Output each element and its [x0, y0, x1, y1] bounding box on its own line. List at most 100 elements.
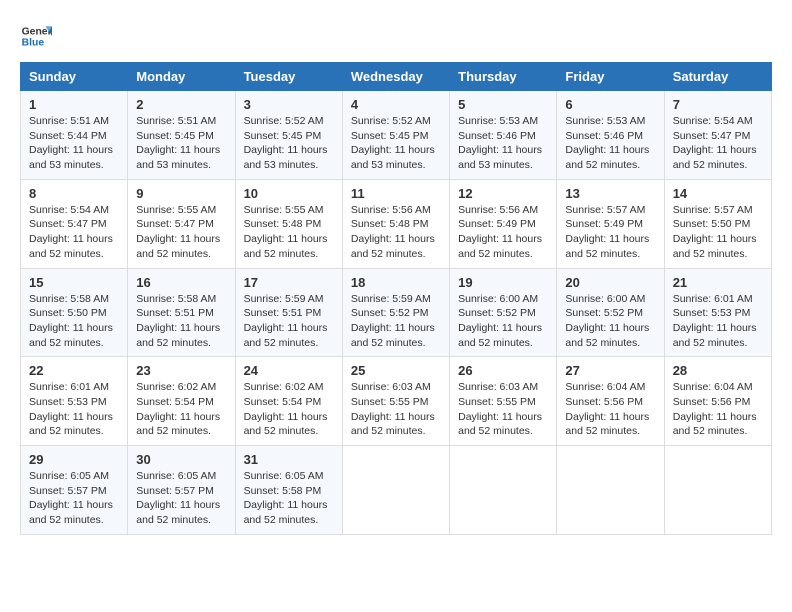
calendar-cell: 28 Sunrise: 6:04 AMSunset: 5:56 PMDaylig…	[664, 357, 771, 446]
day-number: 27	[565, 363, 655, 378]
day-number: 6	[565, 97, 655, 112]
calendar-cell: 1 Sunrise: 5:51 AMSunset: 5:44 PMDayligh…	[21, 91, 128, 180]
calendar-cell: 9 Sunrise: 5:55 AMSunset: 5:47 PMDayligh…	[128, 179, 235, 268]
svg-text:Blue: Blue	[22, 38, 45, 49]
calendar-cell: 23 Sunrise: 6:02 AMSunset: 5:54 PMDaylig…	[128, 357, 235, 446]
header-wednesday: Wednesday	[342, 63, 449, 91]
day-number: 3	[244, 97, 334, 112]
calendar-cell: 7 Sunrise: 5:54 AMSunset: 5:47 PMDayligh…	[664, 91, 771, 180]
day-number: 30	[136, 452, 226, 467]
calendar-cell: 31 Sunrise: 6:05 AMSunset: 5:58 PMDaylig…	[235, 446, 342, 535]
calendar-cell: 12 Sunrise: 5:56 AMSunset: 5:49 PMDaylig…	[450, 179, 557, 268]
day-info: Sunrise: 6:03 AMSunset: 5:55 PMDaylight:…	[458, 380, 548, 439]
day-number: 20	[565, 275, 655, 290]
calendar-week-row: 8 Sunrise: 5:54 AMSunset: 5:47 PMDayligh…	[21, 179, 772, 268]
day-info: Sunrise: 6:04 AMSunset: 5:56 PMDaylight:…	[673, 380, 763, 439]
day-info: Sunrise: 5:51 AMSunset: 5:45 PMDaylight:…	[136, 114, 226, 173]
day-number: 13	[565, 186, 655, 201]
day-info: Sunrise: 5:57 AMSunset: 5:50 PMDaylight:…	[673, 203, 763, 262]
calendar-cell: 19 Sunrise: 6:00 AMSunset: 5:52 PMDaylig…	[450, 268, 557, 357]
calendar-table: SundayMondayTuesdayWednesdayThursdayFrid…	[20, 62, 772, 535]
day-info: Sunrise: 5:55 AMSunset: 5:48 PMDaylight:…	[244, 203, 334, 262]
calendar-cell: 24 Sunrise: 6:02 AMSunset: 5:54 PMDaylig…	[235, 357, 342, 446]
day-number: 11	[351, 186, 441, 201]
calendar-cell	[557, 446, 664, 535]
calendar-cell: 18 Sunrise: 5:59 AMSunset: 5:52 PMDaylig…	[342, 268, 449, 357]
calendar-cell: 20 Sunrise: 6:00 AMSunset: 5:52 PMDaylig…	[557, 268, 664, 357]
calendar-cell	[664, 446, 771, 535]
day-info: Sunrise: 5:57 AMSunset: 5:49 PMDaylight:…	[565, 203, 655, 262]
calendar-cell: 14 Sunrise: 5:57 AMSunset: 5:50 PMDaylig…	[664, 179, 771, 268]
day-number: 21	[673, 275, 763, 290]
day-number: 29	[29, 452, 119, 467]
day-info: Sunrise: 6:00 AMSunset: 5:52 PMDaylight:…	[565, 292, 655, 351]
calendar-cell: 10 Sunrise: 5:55 AMSunset: 5:48 PMDaylig…	[235, 179, 342, 268]
header-tuesday: Tuesday	[235, 63, 342, 91]
calendar-cell: 6 Sunrise: 5:53 AMSunset: 5:46 PMDayligh…	[557, 91, 664, 180]
calendar-cell: 30 Sunrise: 6:05 AMSunset: 5:57 PMDaylig…	[128, 446, 235, 535]
header-thursday: Thursday	[450, 63, 557, 91]
day-number: 12	[458, 186, 548, 201]
day-info: Sunrise: 5:59 AMSunset: 5:51 PMDaylight:…	[244, 292, 334, 351]
calendar-cell: 21 Sunrise: 6:01 AMSunset: 5:53 PMDaylig…	[664, 268, 771, 357]
day-info: Sunrise: 6:05 AMSunset: 5:57 PMDaylight:…	[29, 469, 119, 528]
calendar-cell: 17 Sunrise: 5:59 AMSunset: 5:51 PMDaylig…	[235, 268, 342, 357]
day-number: 16	[136, 275, 226, 290]
calendar-cell	[450, 446, 557, 535]
day-number: 15	[29, 275, 119, 290]
day-number: 8	[29, 186, 119, 201]
calendar-cell: 25 Sunrise: 6:03 AMSunset: 5:55 PMDaylig…	[342, 357, 449, 446]
day-info: Sunrise: 6:03 AMSunset: 5:55 PMDaylight:…	[351, 380, 441, 439]
day-info: Sunrise: 5:52 AMSunset: 5:45 PMDaylight:…	[244, 114, 334, 173]
calendar-cell: 27 Sunrise: 6:04 AMSunset: 5:56 PMDaylig…	[557, 357, 664, 446]
day-info: Sunrise: 5:56 AMSunset: 5:48 PMDaylight:…	[351, 203, 441, 262]
day-info: Sunrise: 5:58 AMSunset: 5:50 PMDaylight:…	[29, 292, 119, 351]
calendar-cell: 2 Sunrise: 5:51 AMSunset: 5:45 PMDayligh…	[128, 91, 235, 180]
calendar-week-row: 15 Sunrise: 5:58 AMSunset: 5:50 PMDaylig…	[21, 268, 772, 357]
day-info: Sunrise: 5:58 AMSunset: 5:51 PMDaylight:…	[136, 292, 226, 351]
day-number: 28	[673, 363, 763, 378]
day-number: 17	[244, 275, 334, 290]
day-info: Sunrise: 6:02 AMSunset: 5:54 PMDaylight:…	[136, 380, 226, 439]
day-info: Sunrise: 5:51 AMSunset: 5:44 PMDaylight:…	[29, 114, 119, 173]
calendar-cell: 8 Sunrise: 5:54 AMSunset: 5:47 PMDayligh…	[21, 179, 128, 268]
day-info: Sunrise: 6:02 AMSunset: 5:54 PMDaylight:…	[244, 380, 334, 439]
calendar-cell: 16 Sunrise: 5:58 AMSunset: 5:51 PMDaylig…	[128, 268, 235, 357]
calendar-cell: 4 Sunrise: 5:52 AMSunset: 5:45 PMDayligh…	[342, 91, 449, 180]
day-number: 4	[351, 97, 441, 112]
day-info: Sunrise: 5:52 AMSunset: 5:45 PMDaylight:…	[351, 114, 441, 173]
day-info: Sunrise: 6:05 AMSunset: 5:57 PMDaylight:…	[136, 469, 226, 528]
calendar-week-row: 1 Sunrise: 5:51 AMSunset: 5:44 PMDayligh…	[21, 91, 772, 180]
logo-icon: General Blue	[20, 20, 52, 52]
calendar-cell	[342, 446, 449, 535]
day-info: Sunrise: 6:05 AMSunset: 5:58 PMDaylight:…	[244, 469, 334, 528]
header-monday: Monday	[128, 63, 235, 91]
header-sunday: Sunday	[21, 63, 128, 91]
calendar-header-row: SundayMondayTuesdayWednesdayThursdayFrid…	[21, 63, 772, 91]
day-number: 22	[29, 363, 119, 378]
day-number: 1	[29, 97, 119, 112]
day-number: 18	[351, 275, 441, 290]
header-friday: Friday	[557, 63, 664, 91]
day-info: Sunrise: 6:01 AMSunset: 5:53 PMDaylight:…	[29, 380, 119, 439]
calendar-cell: 11 Sunrise: 5:56 AMSunset: 5:48 PMDaylig…	[342, 179, 449, 268]
day-number: 23	[136, 363, 226, 378]
day-info: Sunrise: 6:00 AMSunset: 5:52 PMDaylight:…	[458, 292, 548, 351]
day-number: 31	[244, 452, 334, 467]
day-number: 2	[136, 97, 226, 112]
header: General Blue	[20, 20, 772, 52]
day-info: Sunrise: 5:56 AMSunset: 5:49 PMDaylight:…	[458, 203, 548, 262]
calendar-cell: 13 Sunrise: 5:57 AMSunset: 5:49 PMDaylig…	[557, 179, 664, 268]
calendar-cell: 5 Sunrise: 5:53 AMSunset: 5:46 PMDayligh…	[450, 91, 557, 180]
day-number: 14	[673, 186, 763, 201]
day-number: 10	[244, 186, 334, 201]
day-number: 24	[244, 363, 334, 378]
day-info: Sunrise: 5:54 AMSunset: 5:47 PMDaylight:…	[29, 203, 119, 262]
day-info: Sunrise: 5:53 AMSunset: 5:46 PMDaylight:…	[458, 114, 548, 173]
calendar-cell: 15 Sunrise: 5:58 AMSunset: 5:50 PMDaylig…	[21, 268, 128, 357]
calendar-cell: 22 Sunrise: 6:01 AMSunset: 5:53 PMDaylig…	[21, 357, 128, 446]
day-number: 9	[136, 186, 226, 201]
logo: General Blue	[20, 20, 52, 52]
day-info: Sunrise: 5:55 AMSunset: 5:47 PMDaylight:…	[136, 203, 226, 262]
calendar-cell: 3 Sunrise: 5:52 AMSunset: 5:45 PMDayligh…	[235, 91, 342, 180]
